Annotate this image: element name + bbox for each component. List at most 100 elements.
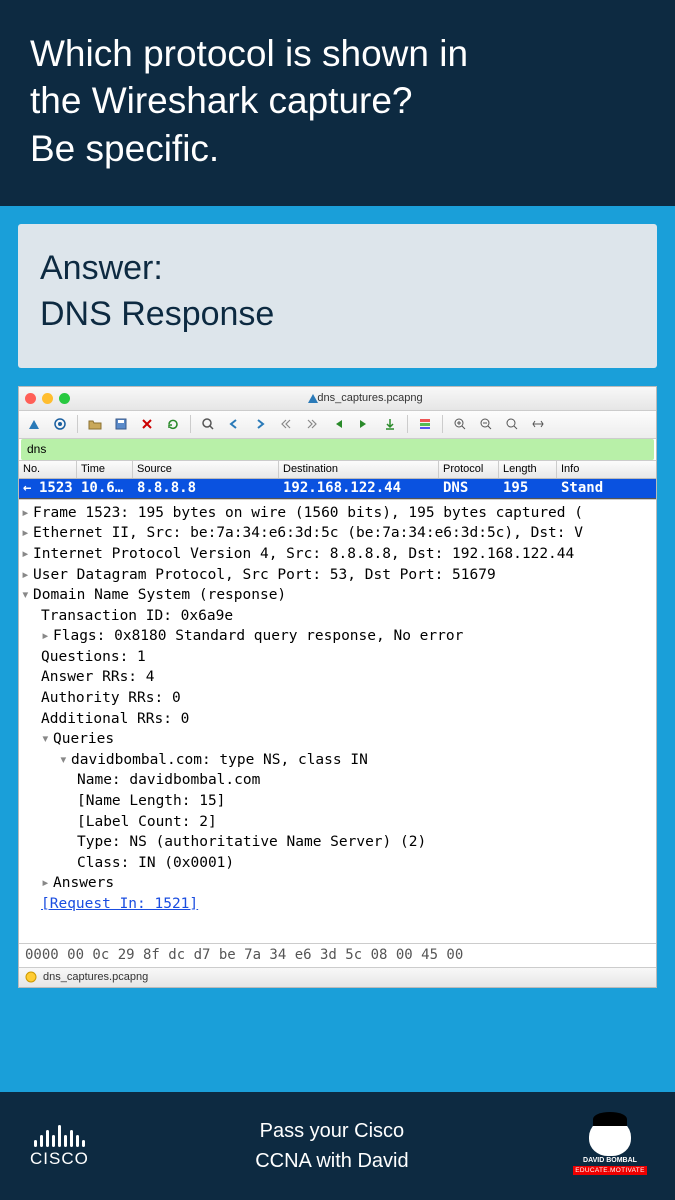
footer-banner: CISCO Pass your Cisco CCNA with David DA… bbox=[0, 1092, 675, 1200]
packet-row-selected[interactable]: ← 1523 10.6… 8.8.8.8 192.168.122.44 DNS … bbox=[19, 479, 656, 499]
detail-text: Answer RRs: 4 bbox=[41, 669, 155, 685]
expand-triangle-icon[interactable]: ▾ bbox=[21, 585, 33, 606]
open-file-icon[interactable] bbox=[84, 413, 106, 435]
reload-icon[interactable] bbox=[162, 413, 184, 435]
detail-line[interactable]: ▸Flags: 0x8180 Standard query response, … bbox=[41, 626, 654, 647]
response-arrow-icon: ← bbox=[19, 480, 35, 496]
close-button[interactable] bbox=[25, 393, 36, 404]
detail-line[interactable]: Authority RRs: 0 bbox=[41, 688, 654, 709]
toolbar-separator bbox=[77, 415, 78, 433]
colorize-icon[interactable] bbox=[414, 413, 436, 435]
detail-line[interactable]: ▾Domain Name System (response) bbox=[21, 585, 654, 606]
prev-packet-icon[interactable] bbox=[223, 413, 245, 435]
close-file-icon[interactable] bbox=[136, 413, 158, 435]
david-bombal-logo: DAVID BOMBAL EDUCATE.MOTIVATE bbox=[575, 1116, 645, 1176]
detail-text: Class: IN (0x0001) bbox=[77, 855, 234, 871]
display-filter-input[interactable] bbox=[21, 439, 654, 460]
expand-triangle-icon[interactable]: ▸ bbox=[41, 626, 53, 647]
detail-line[interactable]: Class: IN (0x0001) bbox=[77, 853, 654, 874]
wireshark-window: dns_captures.pcapng No. Time Source De bbox=[18, 386, 657, 988]
cisco-text: CISCO bbox=[30, 1149, 89, 1169]
detail-text: Queries bbox=[53, 731, 114, 747]
column-source[interactable]: Source bbox=[133, 461, 279, 478]
detail-text: Type: NS (authoritative Name Server) (2) bbox=[77, 834, 426, 850]
go-last-icon[interactable] bbox=[353, 413, 375, 435]
go-first-icon[interactable] bbox=[327, 413, 349, 435]
resize-columns-icon[interactable] bbox=[527, 413, 549, 435]
detail-line[interactable]: ▸User Datagram Protocol, Src Port: 53, D… bbox=[21, 565, 654, 586]
cell-destination: 192.168.122.44 bbox=[279, 480, 439, 496]
column-no[interactable]: No. bbox=[19, 461, 77, 478]
toolbar-separator bbox=[407, 415, 408, 433]
detail-line[interactable]: ▾Queries bbox=[41, 729, 654, 750]
zoom-reset-icon[interactable] bbox=[501, 413, 523, 435]
toolbar-separator bbox=[442, 415, 443, 433]
detail-line[interactable]: Additional RRs: 0 bbox=[41, 709, 654, 730]
detail-line[interactable]: Answer RRs: 4 bbox=[41, 667, 654, 688]
detail-line[interactable]: ▸Internet Protocol Version 4, Src: 8.8.8… bbox=[21, 544, 654, 565]
detail-line[interactable]: ▾davidbombal.com: type NS, class IN bbox=[59, 750, 654, 771]
zoom-out-icon[interactable] bbox=[475, 413, 497, 435]
save-icon[interactable] bbox=[110, 413, 132, 435]
detail-text: Domain Name System (response) bbox=[33, 587, 286, 603]
detail-text: Additional RRs: 0 bbox=[41, 711, 189, 727]
expand-triangle-icon[interactable]: ▾ bbox=[59, 750, 71, 771]
detail-line[interactable]: [Request In: 1521] bbox=[41, 894, 654, 915]
jump-prev-icon[interactable] bbox=[275, 413, 297, 435]
expand-triangle-icon[interactable]: ▸ bbox=[21, 503, 33, 524]
detail-text: Transaction ID: 0x6a9e bbox=[41, 608, 233, 624]
detail-text: User Datagram Protocol, Src Port: 53, Ds… bbox=[33, 567, 496, 583]
detail-line[interactable]: ▸Frame 1523: 195 bytes on wire (1560 bit… bbox=[21, 503, 654, 524]
detail-line[interactable]: [Label Count: 2] bbox=[77, 812, 654, 833]
hex-line: 0000 00 0c 29 8f dc d7 be 7a 34 e6 3d 5c… bbox=[25, 947, 463, 963]
next-packet-icon[interactable] bbox=[249, 413, 271, 435]
detail-line[interactable]: Type: NS (authoritative Name Server) (2) bbox=[77, 832, 654, 853]
cell-no: 1523 bbox=[35, 480, 77, 496]
avatar-icon bbox=[589, 1118, 631, 1156]
toolbar-separator bbox=[190, 415, 191, 433]
column-destination[interactable]: Destination bbox=[279, 461, 439, 478]
column-protocol[interactable]: Protocol bbox=[439, 461, 499, 478]
detail-line[interactable]: [Name Length: 15] bbox=[77, 791, 654, 812]
shark-fin-icon[interactable] bbox=[23, 413, 45, 435]
detail-text: davidbombal.com: type NS, class IN bbox=[71, 752, 368, 768]
expert-info-icon[interactable] bbox=[25, 971, 37, 983]
cell-info: Stand bbox=[557, 480, 656, 496]
wireshark-fin-icon bbox=[303, 393, 313, 403]
expand-triangle-icon[interactable]: ▾ bbox=[41, 729, 53, 750]
packet-details-pane[interactable]: ▸Frame 1523: 195 bytes on wire (1560 bit… bbox=[19, 499, 656, 943]
expand-triangle-icon[interactable]: ▸ bbox=[21, 544, 33, 565]
auto-scroll-icon[interactable] bbox=[379, 413, 401, 435]
display-filter-bar bbox=[19, 439, 656, 461]
column-info[interactable]: Info bbox=[557, 461, 656, 478]
detail-line[interactable]: Transaction ID: 0x6a9e bbox=[41, 606, 654, 627]
column-time[interactable]: Time bbox=[77, 461, 133, 478]
cell-protocol: DNS bbox=[439, 480, 499, 496]
detail-line[interactable]: Name: davidbombal.com bbox=[77, 770, 654, 791]
detail-line[interactable]: Questions: 1 bbox=[41, 647, 654, 668]
detail-text: Frame 1523: 195 bytes on wire (1560 bits… bbox=[33, 505, 583, 521]
column-length[interactable]: Length bbox=[499, 461, 557, 478]
detail-line[interactable]: ▸Answers bbox=[41, 873, 654, 894]
titlebar: dns_captures.pcapng bbox=[19, 387, 656, 411]
expand-triangle-icon[interactable]: ▸ bbox=[21, 523, 33, 544]
footer-line-1: Pass your Cisco bbox=[255, 1116, 408, 1146]
status-bar: dns_captures.pcapng bbox=[19, 967, 656, 987]
detail-text: Name: davidbombal.com bbox=[77, 772, 260, 788]
capture-options-icon[interactable] bbox=[49, 413, 71, 435]
db-tagline: EDUCATE.MOTIVATE bbox=[573, 1166, 646, 1175]
expand-triangle-icon[interactable]: ▸ bbox=[41, 873, 53, 894]
jump-next-icon[interactable] bbox=[301, 413, 323, 435]
answer-label: Answer: bbox=[40, 246, 635, 292]
zoom-in-icon[interactable] bbox=[449, 413, 471, 435]
window-title: dns_captures.pcapng bbox=[76, 392, 650, 404]
minimize-button[interactable] bbox=[42, 393, 53, 404]
packet-bytes-pane[interactable]: 0000 00 0c 29 8f dc d7 be 7a 34 e6 3d 5c… bbox=[19, 943, 656, 967]
cell-source: 8.8.8.8 bbox=[133, 480, 279, 496]
find-icon[interactable] bbox=[197, 413, 219, 435]
detail-line[interactable]: ▸Ethernet II, Src: be:7a:34:e6:3d:5c (be… bbox=[21, 523, 654, 544]
maximize-button[interactable] bbox=[59, 393, 70, 404]
packet-list-header: No. Time Source Destination Protocol Len… bbox=[19, 461, 656, 479]
expand-triangle-icon[interactable]: ▸ bbox=[21, 565, 33, 586]
cell-time: 10.6… bbox=[77, 480, 133, 496]
